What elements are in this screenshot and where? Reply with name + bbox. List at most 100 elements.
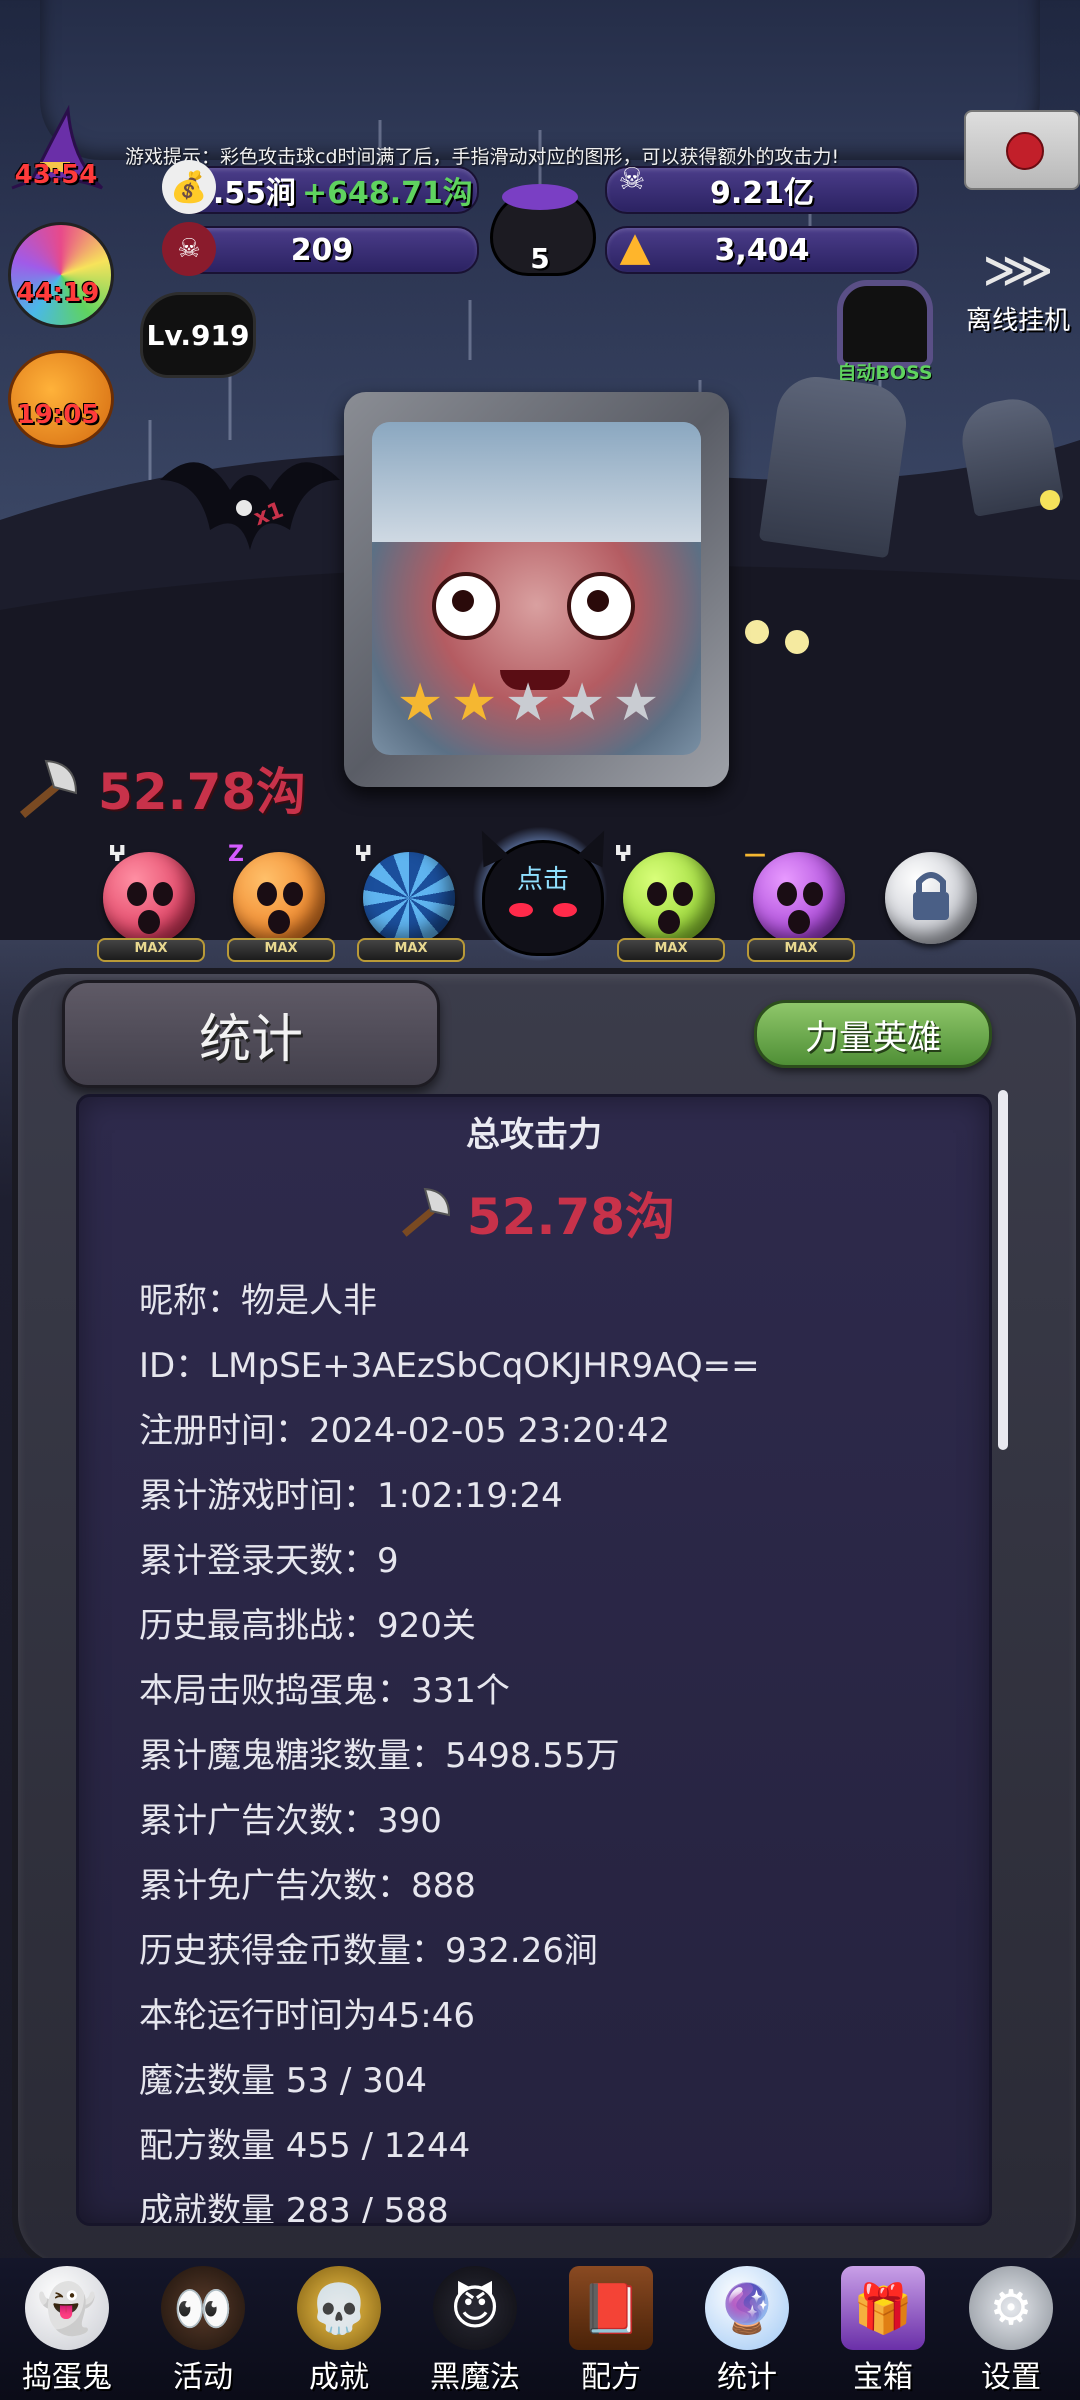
- stat-ads: 累计广告次数：390: [139, 1801, 442, 1841]
- glowing-eye: [1040, 490, 1060, 510]
- corn-amount: 3,404: [714, 232, 810, 268]
- mail-button[interactable]: [964, 110, 1080, 190]
- gold-rate: +648.71沟: [302, 176, 473, 211]
- nav-black-magic[interactable]: 😈 黑魔法: [410, 2262, 540, 2400]
- panel-title: 统计: [62, 980, 440, 1088]
- locked-orb-button[interactable]: [885, 852, 977, 944]
- devil-click-button[interactable]: 点击: [469, 824, 617, 956]
- stat-id: ID：LMpSE+3AEzSbCqOKJHR9AQ==: [139, 1346, 760, 1386]
- max-tag-orange: MAX: [227, 938, 335, 962]
- total-attack: 52.78沟: [79, 1177, 989, 1249]
- star-icon-empty: ★: [558, 673, 606, 733]
- orb-mark-orange: Z: [228, 842, 244, 867]
- lollipop-timer-text: 44:19: [16, 278, 100, 308]
- stat-ad-free: 累计免广告次数：888: [139, 1866, 476, 1906]
- purple-orb-button[interactable]: [753, 852, 845, 944]
- nav-activity[interactable]: 👀 活动: [138, 2262, 268, 2400]
- lock-icon: [913, 872, 949, 920]
- stats-content[interactable]: 总攻击力 52.78沟 昵称：物是人非 ID：LMpSE+3AEzSbCqOKJ…: [76, 1094, 992, 2226]
- boss-door-icon: [837, 280, 933, 368]
- nav-label-chest: 宝箱: [853, 2360, 913, 2395]
- stats-scrollbar[interactable]: [998, 1090, 1008, 1450]
- max-tag-purple: MAX: [747, 938, 855, 962]
- nav-label-activity: 活动: [173, 2360, 233, 2395]
- offline-label: 离线挂机: [965, 306, 1070, 336]
- nav-label-black-magic: 黑魔法: [430, 2360, 520, 2395]
- star-icon-filled: ★: [396, 673, 444, 733]
- money-bag-icon: 💰: [162, 160, 216, 214]
- pumpkin-timer-text: 19:05: [16, 400, 100, 430]
- star-icon-empty: ★: [504, 673, 552, 733]
- witch-timer-text: 43:54: [14, 160, 98, 190]
- lollipop-timer[interactable]: 44:19: [4, 218, 114, 328]
- witch-hat-icon: [11, 104, 104, 190]
- max-tag-green: MAX: [617, 938, 725, 962]
- orb-mark-green: ⵖ: [614, 842, 633, 867]
- spellbook-icon: 📕: [569, 2266, 653, 2350]
- auto-boss-button[interactable]: 自动BOSS: [830, 280, 940, 384]
- glowing-eye: [785, 630, 809, 654]
- candy-amount: 209: [290, 232, 354, 268]
- skull-trophy-icon: 💀: [297, 2266, 381, 2350]
- nav-recipe[interactable]: 📕 配方: [546, 2262, 676, 2400]
- candy-corn-icon: ▲: [619, 224, 651, 270]
- stat-login-days: 累计登录天数：9: [139, 1541, 399, 1581]
- total-attack-heading: 总攻击力: [466, 1115, 602, 1155]
- power-hero-button[interactable]: 力量英雄: [754, 1000, 992, 1068]
- nav-label-stats: 统计: [717, 2360, 777, 2395]
- crystal-ball-icon: 🔮: [705, 2266, 789, 2350]
- max-tag-red: MAX: [97, 938, 205, 962]
- cauldron-button[interactable]: 5: [480, 170, 600, 280]
- green-orb-button[interactable]: [623, 852, 715, 944]
- level-badge: Lv.919: [140, 292, 256, 378]
- dps-display: 52.78沟: [6, 752, 306, 824]
- boss-portrait[interactable]: ★ ★ ★ ★ ★: [344, 392, 729, 787]
- dps-value: 52.78沟: [98, 763, 307, 821]
- game-tip: 游戏提示：彩色攻击球cd时间满了后，手指滑动对应的图形，可以获得额外的攻击力!: [125, 146, 840, 168]
- stat-play-time: 累计游戏时间：1:02:19:24: [139, 1476, 563, 1516]
- stat-syrup: 累计魔鬼糖浆数量：5498.55万: [139, 1736, 620, 1776]
- orb-mark-blue: ⵖ: [354, 842, 373, 867]
- ghost-icon: 👻: [25, 2266, 109, 2350]
- offline-idle-button[interactable]: ⋙ 离线挂机: [960, 240, 1076, 340]
- star-icon-empty: ★: [612, 673, 660, 733]
- nav-stats[interactable]: 🔮 统计: [682, 2262, 812, 2400]
- pumpkin-icon: [8, 350, 114, 448]
- boss-hat: [372, 422, 701, 542]
- nav-label-troublemaker: 捣蛋鬼: [22, 2360, 112, 2395]
- pumpkin-timer[interactable]: 19:05: [4, 340, 114, 448]
- stat-achievements: 成就数量 283 / 588: [139, 2191, 449, 2226]
- stat-defeated: 本局击败捣蛋鬼：331个: [139, 1671, 510, 1711]
- click-label: 点击: [516, 865, 569, 895]
- skull-potion-icon: ☠: [618, 161, 646, 197]
- wax-seal-icon: [1006, 132, 1044, 170]
- nav-troublemaker[interactable]: 👻 捣蛋鬼: [2, 2262, 132, 2400]
- tombstone: [758, 371, 912, 559]
- cauldron-level: 5: [530, 242, 550, 275]
- nav-achievement[interactable]: 💀 成就: [274, 2262, 404, 2400]
- gift-box-icon: 🎁: [841, 2266, 925, 2350]
- stat-run-time: 本轮运行时间为45:46: [139, 1996, 475, 2036]
- blue-swirl-orb-button[interactable]: [363, 852, 455, 944]
- stat-register-time: 注册时间：2024-02-05 23:20:42: [139, 1411, 671, 1451]
- devil-icon: 😈: [433, 2266, 517, 2350]
- orange-orb-button[interactable]: [233, 852, 325, 944]
- stat-nickname: 昵称：物是人非: [139, 1281, 377, 1321]
- orb-mark-purple: —: [744, 842, 766, 867]
- panel-title-text: 统计: [198, 1009, 303, 1070]
- total-attack-value: 52.78沟: [466, 1188, 676, 1246]
- witch-hat-timer[interactable]: 43:54: [2, 100, 110, 208]
- axe-icon: [19, 759, 78, 819]
- nav-chest[interactable]: 🎁 宝箱: [818, 2262, 948, 2400]
- gear-icon: ⚙: [969, 2266, 1053, 2350]
- lollipop-icon: [8, 222, 114, 328]
- orb-mark-red: ⵖ: [108, 842, 127, 867]
- stat-magic: 魔法数量 53 / 304: [139, 2061, 428, 2101]
- bat-icon[interactable]: [140, 420, 350, 590]
- axe-icon: [401, 1187, 450, 1237]
- skull-candy-icon: ☠: [162, 222, 216, 276]
- nav-settings[interactable]: ⚙ 设置: [946, 2262, 1076, 2400]
- star-icon-filled: ★: [450, 673, 498, 733]
- nav-label-achievement: 成就: [309, 2360, 369, 2395]
- skull-coin-amount: 9.21亿: [709, 176, 815, 211]
